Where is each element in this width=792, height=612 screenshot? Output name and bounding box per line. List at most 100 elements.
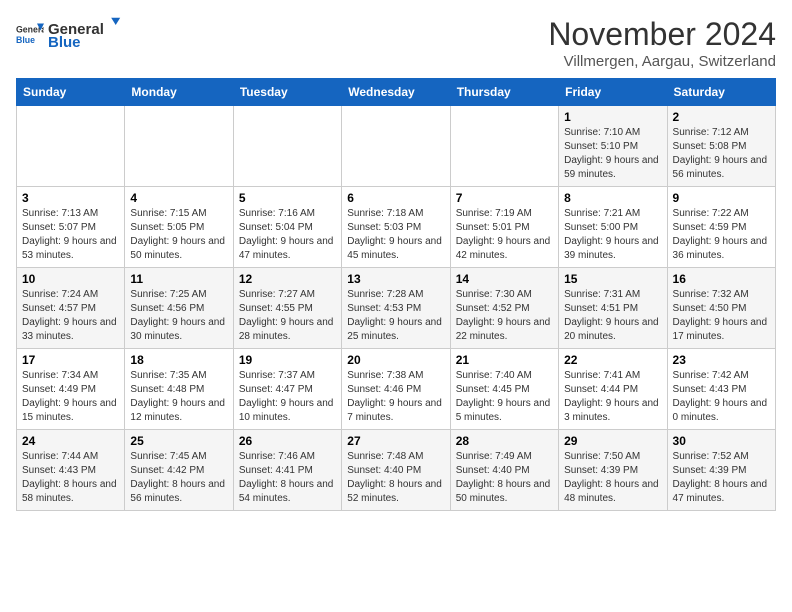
header-tuesday: Tuesday bbox=[233, 79, 341, 106]
header-monday: Monday bbox=[125, 79, 233, 106]
calendar-cell: 11 Sunrise: 7:25 AM Sunset: 4:56 PM Dayli… bbox=[125, 268, 233, 349]
calendar-cell bbox=[125, 106, 233, 187]
day-info: Sunrise: 7:50 AM Sunset: 4:39 PM Dayligh… bbox=[564, 450, 661, 506]
logo: General Blue General Blue bbox=[16, 16, 122, 51]
header-wednesday: Wednesday bbox=[342, 79, 450, 106]
day-info: Sunrise: 7:32 AM Sunset: 4:50 PM Dayligh… bbox=[673, 288, 770, 344]
calendar-cell: 25Sunrise: 7:45 AM Sunset: 4:42 PM Dayli… bbox=[125, 430, 233, 511]
calendar-cell: 26 Sunrise: 7:46 AM Sunset: 4:41 PM Dayli… bbox=[233, 430, 341, 511]
day-number: 15 bbox=[564, 272, 661, 286]
calendar-cell bbox=[342, 106, 450, 187]
day-info: Sunrise: 7:10 AM Sunset: 5:10 PM Dayligh… bbox=[564, 126, 661, 182]
header-friday: Friday bbox=[559, 79, 667, 106]
calendar-cell: 22Sunrise: 7:41 AM Sunset: 4:44 PM Dayli… bbox=[559, 349, 667, 430]
header-thursday: Thursday bbox=[450, 79, 558, 106]
calendar-cell: 6Sunrise: 7:18 AM Sunset: 5:03 PM Daylig… bbox=[342, 187, 450, 268]
calendar-cell: 16Sunrise: 7:32 AM Sunset: 4:50 PM Dayli… bbox=[667, 268, 775, 349]
day-number: 30 bbox=[673, 434, 770, 448]
day-info: Sunrise: 7:35 AM Sunset: 4:48 PM Dayligh… bbox=[130, 369, 227, 425]
day-number: 18 bbox=[130, 353, 227, 367]
day-number: 26 bbox=[239, 434, 336, 448]
day-info: Sunrise: 7:37 AM Sunset: 4:47 PM Dayligh… bbox=[239, 369, 336, 425]
location-subtitle: Villmergen, Aargau, Switzerland bbox=[548, 53, 776, 70]
calendar-cell: 12 Sunrise: 7:27 AM Sunset: 4:55 PM Dayli… bbox=[233, 268, 341, 349]
day-info: Sunrise: 7:49 AM Sunset: 4:40 PM Dayligh… bbox=[456, 450, 553, 506]
calendar-cell: 3Sunrise: 7:13 AM Sunset: 5:07 PM Daylig… bbox=[17, 187, 125, 268]
day-number: 7 bbox=[456, 191, 553, 205]
page-header: General Blue General Blue November 2024 … bbox=[16, 16, 776, 70]
day-number: 19 bbox=[239, 353, 336, 367]
calendar-week-row: 3Sunrise: 7:13 AM Sunset: 5:07 PM Daylig… bbox=[17, 187, 776, 268]
calendar-cell: 28 Sunrise: 7:49 AM Sunset: 4:40 PM Dayli… bbox=[450, 430, 558, 511]
day-info: Sunrise: 7:15 AM Sunset: 5:05 PM Dayligh… bbox=[130, 207, 227, 263]
calendar-cell: 23 Sunrise: 7:42 AM Sunset: 4:43 PM Dayli… bbox=[667, 349, 775, 430]
calendar-cell: 20 Sunrise: 7:38 AM Sunset: 4:46 PM Dayli… bbox=[342, 349, 450, 430]
day-number: 12 bbox=[239, 272, 336, 286]
calendar-cell: 29 Sunrise: 7:50 AM Sunset: 4:39 PM Dayli… bbox=[559, 430, 667, 511]
day-info: Sunrise: 7:16 AM Sunset: 5:04 PM Dayligh… bbox=[239, 207, 336, 263]
calendar-cell: 8 Sunrise: 7:21 AM Sunset: 5:00 PM Daylig… bbox=[559, 187, 667, 268]
month-title: November 2024 bbox=[548, 16, 776, 53]
day-number: 20 bbox=[347, 353, 444, 367]
day-info: Sunrise: 7:21 AM Sunset: 5:00 PM Dayligh… bbox=[564, 207, 661, 263]
day-number: 2 bbox=[673, 110, 770, 124]
day-number: 11 bbox=[130, 272, 227, 286]
calendar-cell: 9Sunrise: 7:22 AM Sunset: 4:59 PM Daylig… bbox=[667, 187, 775, 268]
calendar-table: SundayMondayTuesdayWednesdayThursdayFrid… bbox=[16, 78, 776, 511]
day-info: Sunrise: 7:42 AM Sunset: 4:43 PM Dayligh… bbox=[673, 369, 770, 425]
calendar-cell: 2 Sunrise: 7:12 AM Sunset: 5:08 PM Daylig… bbox=[667, 106, 775, 187]
day-number: 28 bbox=[456, 434, 553, 448]
day-number: 4 bbox=[130, 191, 227, 205]
calendar-cell: 30 Sunrise: 7:52 AM Sunset: 4:39 PM Dayli… bbox=[667, 430, 775, 511]
day-number: 10 bbox=[22, 272, 119, 286]
day-number: 23 bbox=[673, 353, 770, 367]
day-number: 13 bbox=[347, 272, 444, 286]
calendar-week-row: 1 Sunrise: 7:10 AM Sunset: 5:10 PM Daylig… bbox=[17, 106, 776, 187]
calendar-cell bbox=[450, 106, 558, 187]
day-number: 8 bbox=[564, 191, 661, 205]
day-info: Sunrise: 7:48 AM Sunset: 4:40 PM Dayligh… bbox=[347, 450, 444, 506]
calendar-week-row: 24 Sunrise: 7:44 AM Sunset: 4:43 PM Dayli… bbox=[17, 430, 776, 511]
calendar-cell: 1 Sunrise: 7:10 AM Sunset: 5:10 PM Daylig… bbox=[559, 106, 667, 187]
day-info: Sunrise: 7:38 AM Sunset: 4:46 PM Dayligh… bbox=[347, 369, 444, 425]
calendar-cell: 19 Sunrise: 7:37 AM Sunset: 4:47 PM Dayli… bbox=[233, 349, 341, 430]
day-info: Sunrise: 7:34 AM Sunset: 4:49 PM Dayligh… bbox=[22, 369, 119, 425]
day-number: 29 bbox=[564, 434, 661, 448]
day-info: Sunrise: 7:19 AM Sunset: 5:01 PM Dayligh… bbox=[456, 207, 553, 263]
day-number: 5 bbox=[239, 191, 336, 205]
svg-text:Blue: Blue bbox=[16, 34, 35, 44]
day-info: Sunrise: 7:13 AM Sunset: 5:07 PM Dayligh… bbox=[22, 207, 119, 263]
calendar-cell: 18 Sunrise: 7:35 AM Sunset: 4:48 PM Dayli… bbox=[125, 349, 233, 430]
day-info: Sunrise: 7:24 AM Sunset: 4:57 PM Dayligh… bbox=[22, 288, 119, 344]
day-info: Sunrise: 7:41 AM Sunset: 4:44 PM Dayligh… bbox=[564, 369, 661, 425]
day-info: Sunrise: 7:31 AM Sunset: 4:51 PM Dayligh… bbox=[564, 288, 661, 344]
day-number: 17 bbox=[22, 353, 119, 367]
day-info: Sunrise: 7:40 AM Sunset: 4:45 PM Dayligh… bbox=[456, 369, 553, 425]
day-number: 1 bbox=[564, 110, 661, 124]
header-sunday: Sunday bbox=[17, 79, 125, 106]
day-number: 27 bbox=[347, 434, 444, 448]
day-info: Sunrise: 7:12 AM Sunset: 5:08 PM Dayligh… bbox=[673, 126, 770, 182]
day-info: Sunrise: 7:27 AM Sunset: 4:55 PM Dayligh… bbox=[239, 288, 336, 344]
day-info: Sunrise: 7:44 AM Sunset: 4:43 PM Dayligh… bbox=[22, 450, 119, 506]
calendar-cell: 4 Sunrise: 7:15 AM Sunset: 5:05 PM Daylig… bbox=[125, 187, 233, 268]
calendar-week-row: 10 Sunrise: 7:24 AM Sunset: 4:57 PM Dayli… bbox=[17, 268, 776, 349]
calendar-cell: 24 Sunrise: 7:44 AM Sunset: 4:43 PM Dayli… bbox=[17, 430, 125, 511]
day-info: Sunrise: 7:52 AM Sunset: 4:39 PM Dayligh… bbox=[673, 450, 770, 506]
logo-icon: General Blue bbox=[16, 20, 44, 48]
calendar-cell: 21Sunrise: 7:40 AM Sunset: 4:45 PM Dayli… bbox=[450, 349, 558, 430]
calendar-cell: 27 Sunrise: 7:48 AM Sunset: 4:40 PM Dayli… bbox=[342, 430, 450, 511]
day-info: Sunrise: 7:28 AM Sunset: 4:53 PM Dayligh… bbox=[347, 288, 444, 344]
calendar-cell: 10 Sunrise: 7:24 AM Sunset: 4:57 PM Dayli… bbox=[17, 268, 125, 349]
day-info: Sunrise: 7:18 AM Sunset: 5:03 PM Dayligh… bbox=[347, 207, 444, 263]
calendar-cell: 7 Sunrise: 7:19 AM Sunset: 5:01 PM Daylig… bbox=[450, 187, 558, 268]
logo-triangle-icon bbox=[104, 16, 122, 34]
day-info: Sunrise: 7:46 AM Sunset: 4:41 PM Dayligh… bbox=[239, 450, 336, 506]
title-block: November 2024 Villmergen, Aargau, Switze… bbox=[548, 16, 776, 70]
calendar-week-row: 17 Sunrise: 7:34 AM Sunset: 4:49 PM Dayli… bbox=[17, 349, 776, 430]
day-number: 24 bbox=[22, 434, 119, 448]
calendar-cell: 5 Sunrise: 7:16 AM Sunset: 5:04 PM Daylig… bbox=[233, 187, 341, 268]
calendar-cell bbox=[233, 106, 341, 187]
day-info: Sunrise: 7:25 AM Sunset: 4:56 PM Dayligh… bbox=[130, 288, 227, 344]
calendar-cell: 17 Sunrise: 7:34 AM Sunset: 4:49 PM Dayli… bbox=[17, 349, 125, 430]
